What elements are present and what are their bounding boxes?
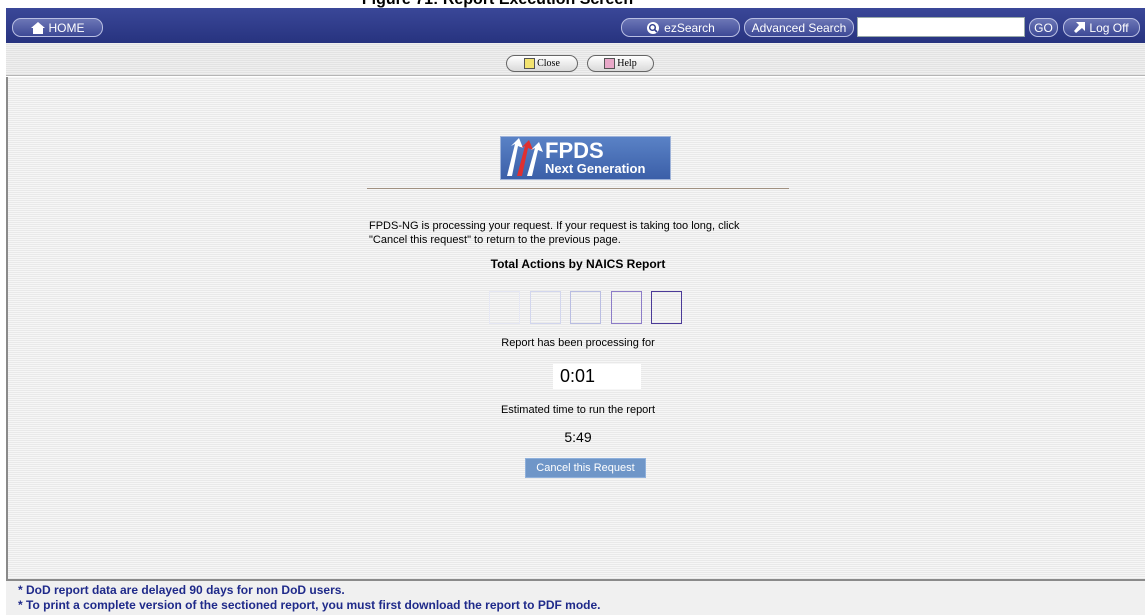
figure-caption-text: Figure 71: Report Execution Screen [362,0,633,8]
logo-subtitle: Next Generation [545,161,646,176]
cancel-request-button[interactable]: Cancel this Request [525,458,646,478]
close-label: Close [537,58,560,69]
figure-caption: Figure 71: Report Execution Screen [0,0,1145,8]
progress-square-2 [530,291,561,324]
help-button[interactable]: Help [587,55,654,72]
home-icon [30,21,45,34]
processing-label: Report has been processing for [501,337,655,349]
advanced-search-button[interactable]: Advanced Search [744,18,854,37]
go-button[interactable]: GO [1029,18,1058,37]
ezsearch-icon [647,21,660,34]
close-button[interactable]: Close [506,55,578,72]
report-title: Total Actions by NAICS Report [490,257,666,271]
estimated-label: Estimated time to run the report [500,404,656,416]
advanced-search-label: Advanced Search [751,20,847,35]
divider [367,188,789,189]
arrow-up-right-icon [1074,22,1086,33]
go-label: GO [1034,20,1053,35]
footer-note-1: * DoD report data are delayed 90 days fo… [18,583,345,597]
help-label: Help [617,58,637,69]
processing-message: FPDS-NG is processing your request. If y… [369,219,789,247]
close-icon [524,58,536,69]
footer-note-2: * To print a complete version of the sec… [18,598,601,612]
message-line-1: FPDS-NG is processing your request. If y… [369,220,740,232]
footer: * DoD report data are delayed 90 days fo… [6,579,1145,615]
home-button[interactable]: HOME [12,18,103,37]
fpds-logo: FPDS Next Generation [500,136,671,180]
progress-square-4 [611,291,642,324]
progress-square-1 [489,291,520,324]
fpds-logo-icon [507,138,543,176]
ezsearch-label: ezSearch [664,20,715,35]
top-navigation-bar: HOME ezSearch Advanced Search GO Log Off [6,8,1145,43]
logoff-button[interactable]: Log Off [1063,18,1140,37]
search-input[interactable] [857,17,1025,37]
logoff-label: Log Off [1089,20,1129,35]
toolbar: Close Help [6,43,1145,76]
help-icon [604,58,616,69]
message-line-2: "Cancel this request" to return to the p… [369,234,621,246]
home-label: HOME [48,20,85,35]
ezsearch-button[interactable]: ezSearch [621,18,740,37]
elapsed-time: 0:01 [553,364,641,389]
progress-square-3 [570,291,601,324]
estimated-time: 5:49 [564,429,592,445]
progress-square-5 [651,291,682,324]
